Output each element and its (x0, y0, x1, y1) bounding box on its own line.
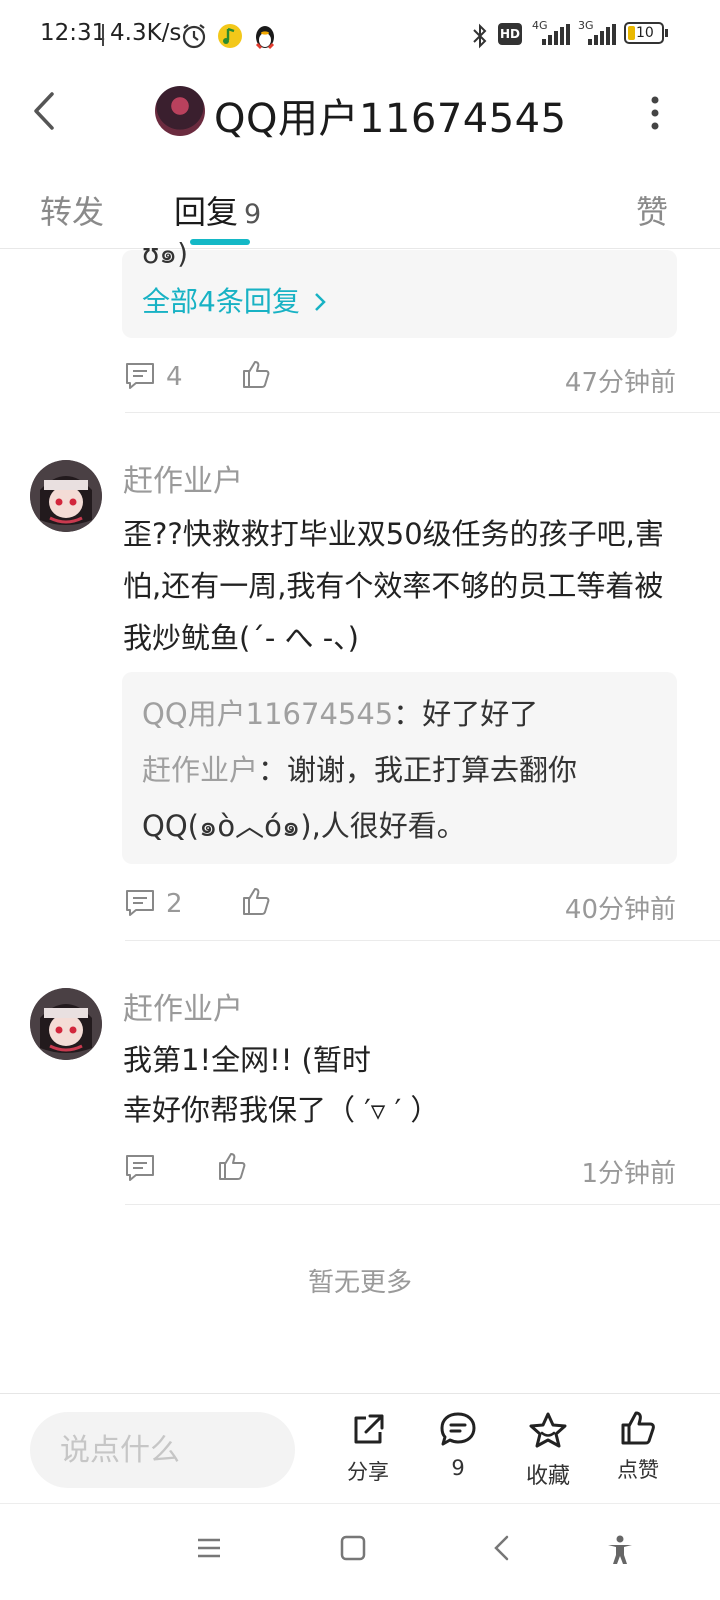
reply-preview-box: ʊ๑) 全部4条回复 (122, 237, 677, 338)
thumbs-up-icon[interactable] (216, 1150, 248, 1182)
accessibility-icon[interactable] (606, 1535, 634, 1565)
battery-tip (665, 29, 668, 37)
comments-button[interactable]: 9 (418, 1410, 498, 1480)
status-bar: 12:31 4.3K/s HD 4G 3G 10 (0, 0, 720, 70)
favorite-button[interactable]: 收藏 (508, 1410, 588, 1490)
like-label: 点赞 (617, 1458, 659, 1482)
comment-input[interactable] (30, 1412, 295, 1488)
reply-separator: ： (258, 753, 288, 787)
like-button[interactable]: 点赞 (598, 1408, 678, 1484)
comment-separator (125, 940, 720, 941)
thumbs-up-icon[interactable] (240, 885, 272, 917)
bottom-bar-divider (0, 1393, 720, 1394)
comment-separator (125, 412, 720, 413)
reply-separator: ： (393, 697, 423, 731)
tab-divider (0, 248, 720, 249)
tab-reply-label: 回复 (174, 193, 239, 231)
network-speed: 4.3K/s (110, 20, 182, 46)
reply-item[interactable]: 赶作业户：谢谢，我正打算去翻你QQ(๑ò︿ó๑),人很好看。 (142, 742, 662, 854)
comment-body: 歪??快救救打毕业双50级任务的孩子吧,害怕,还有一周,我有个效率不够的员工等着… (123, 517, 664, 655)
alarm-icon (182, 24, 206, 49)
tab-reply[interactable]: 回复 9 (174, 187, 261, 233)
reply-preview-box: QQ用户11674545：好了好了 赶作业户：谢谢，我正打算去翻你QQ(๑ò︿ó… (122, 672, 677, 864)
comments-count: 9 (451, 1456, 465, 1480)
comment-reply-count: 2 (166, 889, 183, 919)
chevron-right-icon (314, 293, 326, 311)
home-square-icon[interactable] (340, 1535, 366, 1561)
tab-forward[interactable]: 转发 (40, 187, 104, 233)
reply-text-tail: ʊ๑) (142, 237, 188, 270)
battery-level (628, 26, 635, 40)
comment-time: 40分钟前 (564, 895, 676, 925)
thumbs-up-icon (621, 1411, 655, 1445)
avatar-image (30, 988, 102, 1060)
bluetooth-icon (473, 23, 487, 49)
tab-reply-count: 9 (244, 199, 262, 230)
status-time: 12:31 (40, 20, 107, 46)
page-title: QQ用户11674545 (214, 96, 567, 142)
comment-time: 1分钟前 (581, 1159, 676, 1189)
comment-icon[interactable] (124, 1152, 156, 1184)
qq-penguin-icon (255, 26, 275, 50)
comment-separator (125, 1204, 720, 1205)
share-label: 分享 (347, 1460, 389, 1484)
reply-author[interactable]: 赶作业户 (142, 753, 258, 787)
nav-bar-divider (0, 1503, 720, 1504)
all-replies-label: 全部4条回复 (142, 285, 300, 318)
signal-icon-2 (588, 24, 616, 45)
menu-icon[interactable] (196, 1535, 222, 1561)
reply-author[interactable]: QQ用户11674545 (142, 697, 393, 731)
reply-text: 好了好了 (422, 697, 539, 731)
share-icon (354, 1414, 384, 1444)
star-icon (529, 1412, 567, 1448)
battery-percent: 10 (636, 25, 654, 41)
comment-author[interactable]: 赶作业户 (123, 984, 243, 1028)
signal-icon (542, 24, 570, 45)
active-tab-indicator (190, 239, 250, 245)
comment-time: 47分钟前 (564, 368, 676, 398)
comment-icon[interactable] (124, 887, 156, 919)
avatar[interactable] (30, 460, 102, 532)
reply-item[interactable]: QQ用户11674545：好了好了 (142, 686, 662, 742)
all-replies-link[interactable]: 全部4条回复 (142, 280, 327, 320)
no-more-label: 暂无更多 (307, 1268, 412, 1298)
favorite-label: 收藏 (525, 1464, 570, 1489)
tab-forward-label: 转发 (40, 193, 105, 231)
tab-like[interactable]: 赞 (636, 187, 668, 233)
share-button[interactable]: 分享 (328, 1410, 408, 1486)
comment-body-line-2: 幸好你帮我保了（ ′▿ ′ ） (123, 1093, 440, 1127)
title-avatar[interactable] (155, 86, 205, 136)
status-separator (102, 24, 104, 46)
comment-reply-count: 4 (166, 362, 183, 392)
more-options-icon[interactable] (650, 96, 660, 130)
music-app-icon (218, 24, 242, 48)
comment-icon[interactable] (124, 360, 156, 392)
comment-body-line-1: 我第1!全网!! (暂时 (123, 1043, 371, 1077)
back-arrow-icon[interactable] (28, 88, 64, 134)
hd-badge: HD (498, 23, 522, 45)
avatar-image (30, 460, 102, 532)
thumbs-up-icon[interactable] (240, 358, 272, 390)
battery-icon: 10 (624, 22, 664, 44)
chat-bubble-icon (440, 1412, 476, 1446)
nav-back-icon[interactable] (490, 1535, 516, 1561)
comment-author[interactable]: 赶作业户 (123, 456, 243, 500)
tab-like-label: 赞 (636, 193, 669, 231)
avatar[interactable] (30, 988, 102, 1060)
